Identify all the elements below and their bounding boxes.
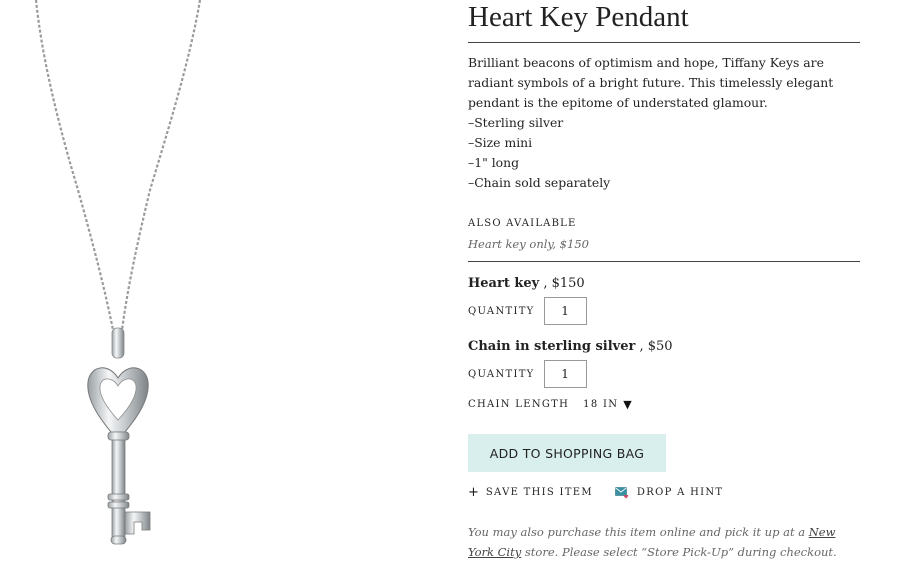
description-text: Brilliant beacons of optimism and hope, … — [468, 55, 834, 110]
item-price: , $150 — [539, 276, 585, 291]
quantity-label: QUANTITY — [468, 305, 535, 317]
item-heart-key: Heart key , $150 — [468, 276, 860, 291]
also-available-item[interactable]: Heart key only, $150 — [468, 237, 860, 251]
item-actions: + SAVE THIS ITEM DROP A HINT — [468, 485, 860, 500]
pickup-note-text: You may also purchase this item online a… — [468, 525, 809, 539]
feature-item: –Size mini — [468, 135, 533, 150]
divider — [468, 261, 860, 262]
quantity-row: QUANTITY — [468, 358, 860, 390]
item-chain: Chain in sterling silver , $50 — [468, 339, 860, 354]
feature-item: –Sterling silver — [468, 115, 564, 130]
save-item-button[interactable]: + SAVE THIS ITEM — [468, 485, 593, 500]
quantity-row: QUANTITY — [468, 295, 860, 327]
product-description: Brilliant beacons of optimism and hope, … — [468, 53, 860, 193]
quantity-input-chain[interactable] — [543, 360, 587, 388]
item-name: Chain in sterling silver — [468, 339, 636, 354]
divider — [468, 42, 860, 43]
chain-length-value: 18 IN — [583, 399, 619, 410]
feature-item: –Chain sold separately — [468, 175, 611, 190]
save-item-label: SAVE THIS ITEM — [485, 487, 593, 498]
necklace-illustration — [34, 0, 202, 545]
pickup-note: You may also purchase this item online a… — [468, 522, 860, 562]
triangle-down-icon: ▼ — [623, 398, 634, 411]
item-name: Heart key — [468, 276, 540, 291]
product-details: Heart Key Pendant Brilliant beacons of o… — [468, 0, 860, 562]
also-available-label: ALSO AVAILABLE — [468, 218, 577, 229]
drop-hint-label: DROP A HINT — [636, 487, 724, 498]
add-to-shopping-bag-button[interactable]: ADD TO SHOPPING BAG — [468, 434, 666, 472]
plus-icon: + — [468, 485, 479, 500]
chain-length-row: CHAIN LENGTH 18 IN ▼ — [468, 398, 860, 411]
feature-item: –1" long — [468, 155, 520, 170]
drop-hint-button[interactable]: DROP A HINT — [615, 486, 724, 499]
envelope-heart-icon — [615, 486, 629, 498]
quantity-label: QUANTITY — [468, 368, 535, 380]
chain-length-select[interactable]: 18 IN ▼ — [583, 398, 633, 411]
quantity-input-heart-key[interactable] — [543, 297, 587, 325]
product-image — [0, 0, 260, 580]
product-title: Heart Key Pendant — [468, 1, 689, 33]
chain-length-label: CHAIN LENGTH — [468, 399, 570, 410]
pickup-note-text-2: store. Please select “Store Pick-Up” dur… — [521, 545, 837, 559]
item-price: , $50 — [635, 339, 673, 354]
